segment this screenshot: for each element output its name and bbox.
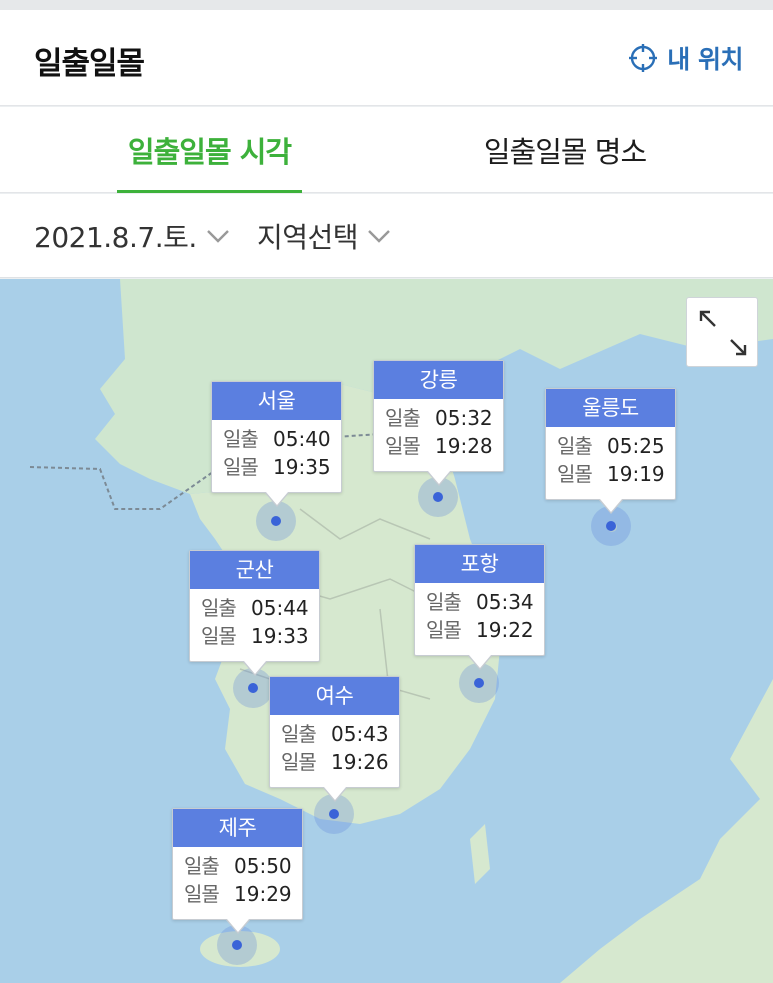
city-name: 서울 [212,382,341,420]
sunrise-label: 일출 [201,596,237,620]
city-card-gunsan[interactable]: 군산 일출 05:44 일몰 19:33 [189,550,320,676]
city-name: 여수 [270,677,399,715]
sunrise-label: 일출 [557,434,593,458]
sunset-row: 일몰 19:26 [270,748,399,776]
top-strip [0,0,773,10]
city-card-ulleungdo[interactable]: 울릉도 일출 05:25 일몰 19:19 [545,388,676,514]
crosshair-icon [629,44,658,72]
sunrise-row: 일출 05:40 [212,425,341,453]
sunset-label: 일몰 [281,750,317,774]
filter-bar: 2021.8.7.토. 지역선택 [0,194,773,278]
sunrise-label: 일출 [223,427,259,451]
my-location-button[interactable]: 내 위치 [628,40,743,76]
chevron-down-icon [206,230,229,243]
city-name: 강릉 [374,361,503,399]
sunset-time: 19:28 [435,434,493,458]
sunrise-row: 일출 05:34 [415,588,544,616]
tab-bar: 일출일몰 시각 일출일몰 명소 [0,107,773,193]
sunrise-label: 일출 [184,854,220,878]
region-selector[interactable]: 지역선택 [257,194,392,278]
my-location-label: 내 위치 [667,45,743,74]
sunset-time: 19:22 [476,618,534,642]
sunset-time: 19:26 [331,750,389,774]
city-card-seoul[interactable]: 서울 일출 05:40 일몰 19:35 [211,381,342,507]
sunrise-label: 일출 [385,406,421,430]
sunrise-time: 05:34 [476,590,534,614]
sunset-row: 일몰 19:35 [212,453,341,481]
sunset-row: 일몰 19:22 [415,616,544,644]
date-selector[interactable]: 2021.8.7.토. [34,194,231,278]
city-card-pohang[interactable]: 포항 일출 05:34 일몰 19:22 [414,544,545,670]
sunrise-time: 05:43 [331,722,389,746]
sunset-row: 일몰 19:29 [173,880,302,908]
sunrise-row: 일출 05:44 [190,594,319,622]
map-marker-seoul[interactable] [256,501,296,541]
sunrise-time: 05:50 [234,854,292,878]
sunset-label: 일몰 [184,882,220,906]
page-title: 일출일몰 [34,46,145,82]
sunset-label: 일몰 [201,624,237,648]
chevron-down-icon [368,230,390,243]
tab-sunrise-sunset-times[interactable]: 일출일몰 시각 [117,107,302,193]
sunrise-time: 05:44 [251,596,309,620]
sunset-time: 19:19 [607,462,665,486]
region-value: 지역선택 [257,221,359,254]
sunrise-label: 일출 [281,722,317,746]
expand-icon [699,310,747,356]
sunset-label: 일몰 [557,462,593,486]
city-name: 포항 [415,545,544,583]
sunset-label: 일몰 [223,455,259,479]
city-card-yeosu[interactable]: 여수 일출 05:43 일몰 19:26 [269,676,400,802]
header: 일출일몰 내 위치 [0,10,773,106]
expand-map-button[interactable] [686,297,758,367]
sunrise-row: 일출 05:25 [546,432,675,460]
date-value: 2021.8.7.토. [34,221,197,254]
sunrise-label: 일출 [426,590,462,614]
sunrise-row: 일출 05:32 [374,404,503,432]
sunrise-time: 05:40 [273,427,331,451]
sunset-time: 19:29 [234,882,292,906]
sunset-label: 일몰 [426,618,462,642]
sunset-label: 일몰 [385,434,421,458]
sunrise-time: 05:25 [607,434,665,458]
sunset-time: 19:35 [273,455,331,479]
sunrise-time: 05:32 [435,406,493,430]
sunset-time: 19:33 [251,624,309,648]
sunrise-row: 일출 05:50 [173,852,302,880]
city-name: 제주 [173,809,302,847]
city-card-jeju[interactable]: 제주 일출 05:50 일몰 19:29 [172,808,303,934]
city-name: 군산 [190,551,319,589]
tab-sunrise-sunset-spots[interactable]: 일출일몰 명소 [470,107,660,193]
sunset-row: 일몰 19:33 [190,622,319,650]
sunset-row: 일몰 19:19 [546,460,675,488]
sunset-row: 일몰 19:28 [374,432,503,460]
sunrise-row: 일출 05:43 [270,720,399,748]
city-card-gangneung[interactable]: 강릉 일출 05:32 일몰 19:28 [373,360,504,486]
city-name: 울릉도 [546,389,675,427]
